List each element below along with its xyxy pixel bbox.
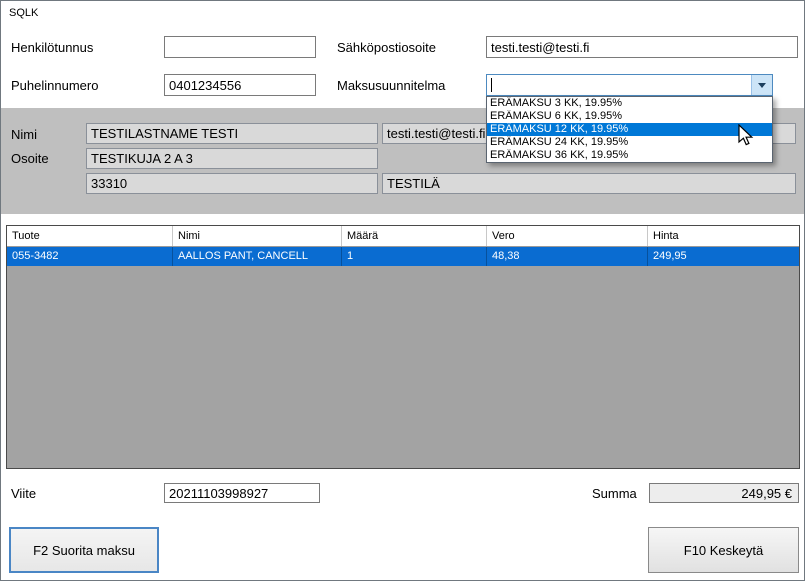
cell-hinta: 249,95 <box>648 247 799 266</box>
customer-city-field[interactable] <box>382 173 796 194</box>
payment-plan-dropdown: ERÄMAKSU 3 KK, 19.95% ERÄMAKSU 6 KK, 19.… <box>486 96 773 163</box>
window-title: SQLK <box>9 7 38 19</box>
personal-id-label: Henkilötunnus <box>11 40 93 55</box>
cell-vero: 48,38 <box>487 247 648 266</box>
payment-plan-option[interactable]: ERÄMAKSU 6 KK, 19.95% <box>487 110 772 123</box>
products-table: Tuote Nimi Määrä Vero Hinta 055-3482 AAL… <box>6 225 800 469</box>
table-row[interactable]: 055-3482 AALLOS PANT, CANCELL 1 48,38 24… <box>7 247 799 266</box>
customer-postal-code-field[interactable] <box>86 173 378 194</box>
cell-tuote: 055-3482 <box>7 247 173 266</box>
reference-label: Viite <box>11 486 36 501</box>
payment-plan-combobox[interactable] <box>486 74 773 96</box>
payment-plan-option[interactable]: ERÄMAKSU 36 KK, 19.95% <box>487 149 772 162</box>
combobox-dropdown-button[interactable] <box>751 75 772 95</box>
cell-nimi: AALLOS PANT, CANCELL <box>173 247 342 266</box>
phone-label: Puhelinnumero <box>11 78 98 93</box>
sum-label: Summa <box>592 486 637 501</box>
payment-plan-option[interactable]: ERÄMAKSU 12 KK, 19.95% <box>487 123 772 136</box>
column-header-vero[interactable]: Vero <box>487 226 648 246</box>
email-input[interactable] <box>486 36 798 58</box>
reference-input[interactable] <box>164 483 320 503</box>
customer-street-field[interactable] <box>86 148 378 169</box>
mouse-cursor <box>738 124 755 148</box>
cancel-button[interactable]: F10 Keskeytä <box>648 527 799 573</box>
pay-button[interactable]: F2 Suorita maksu <box>9 527 159 573</box>
products-table-header: Tuote Nimi Määrä Vero Hinta <box>7 226 799 247</box>
column-header-maara[interactable]: Määrä <box>342 226 487 246</box>
column-header-hinta[interactable]: Hinta <box>648 226 799 246</box>
column-header-tuote[interactable]: Tuote <box>7 226 173 246</box>
payment-plan-label: Maksusuunnitelma <box>337 78 445 93</box>
chevron-down-icon <box>758 83 766 88</box>
cell-maara: 1 <box>342 247 487 266</box>
payment-plan-option[interactable]: ERÄMAKSU 3 KK, 19.95% <box>487 97 772 110</box>
sum-field <box>649 483 799 503</box>
payment-plan-option[interactable]: ERÄMAKSU 24 KK, 19.95% <box>487 136 772 149</box>
app-window: SQLK Henkilötunnus Sähköpostiosoite Puhe… <box>0 0 805 581</box>
column-header-nimi[interactable]: Nimi <box>173 226 342 246</box>
phone-input[interactable] <box>164 74 316 96</box>
customer-name-field[interactable] <box>86 123 378 144</box>
personal-id-input[interactable] <box>164 36 316 58</box>
customer-name-label: Nimi <box>11 127 37 142</box>
text-caret <box>491 78 492 92</box>
email-label: Sähköpostiosoite <box>337 40 436 55</box>
customer-address-label: Osoite <box>11 151 49 166</box>
